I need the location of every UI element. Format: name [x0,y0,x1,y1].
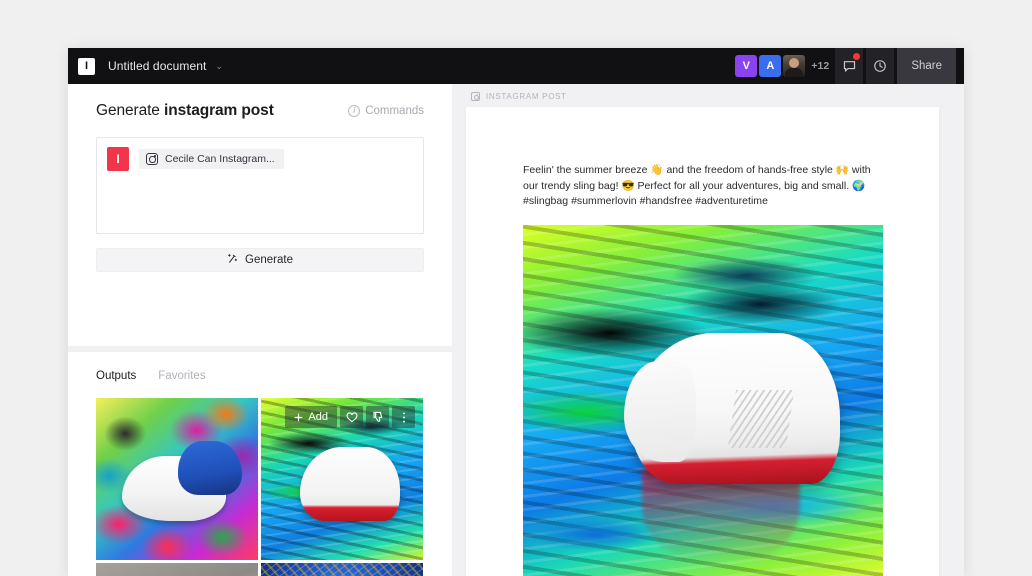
add-to-document-button[interactable]: Add [285,406,337,428]
magic-wand-icon [226,252,239,267]
thumbnail-hover-toolbar: Add [285,406,415,428]
collaborator-avatar-a[interactable]: A [759,55,782,77]
share-button[interactable]: Share [897,48,956,84]
prompt-source-badge: I [107,147,129,171]
chevron-down-icon[interactable]: ⌄ [215,61,223,71]
thumbnail-1-sneaker [121,440,242,522]
thumbs-down-icon [372,411,382,422]
document-section-label-text: INSTAGRAM POST [486,92,567,101]
output-thumbnail-4[interactable] [261,563,423,576]
page-title: Generate instagram post [96,102,274,120]
collaborator-overflow-count[interactable]: +12 [807,55,833,77]
plus-icon [295,413,303,421]
collaborator-avatar-photo[interactable] [783,55,806,77]
output-thumbnail-3[interactable] [96,563,258,576]
dislike-button[interactable] [366,406,389,428]
title-bar: I Untitled document ⌄ V A +12 Share [68,48,964,84]
favorite-button[interactable] [340,406,363,428]
commands-button[interactable]: i Commands [348,105,424,117]
instagram-icon [471,92,480,101]
info-icon: i [348,105,361,117]
instagram-icon [146,153,158,165]
titlebar-actions: V A +12 Share [735,48,956,84]
tab-outputs[interactable]: Outputs [96,370,136,384]
heart-icon [346,411,357,422]
generator-card: Generate instagram post i Commands I Cec… [68,84,452,346]
document-section-label: INSTAGRAM POST [466,92,964,101]
prompt-chip[interactable]: Cecile Can Instagram... [139,149,284,169]
output-thumbnail-1[interactable] [96,398,258,560]
app-logo-icon: I [78,57,95,75]
app-window: I Untitled document ⌄ V A +12 Share Gene… [68,48,964,576]
collaborator-avatar-v[interactable]: V [735,55,758,77]
outputs-grid: Add [96,398,424,576]
post-image-sneaker-stripes [727,390,794,448]
generator-header: Generate instagram post i Commands [96,102,424,120]
prompt-chip-label: Cecile Can Instagram... [165,153,275,165]
outputs-panel: Outputs Favorites Add [68,352,452,576]
tab-favorites[interactable]: Favorites [158,370,205,384]
thumbnail-2-sneaker [299,446,401,522]
outputs-tabs: Outputs Favorites [96,370,424,384]
more-options-button[interactable] [392,406,415,428]
generator-title-prefix: Generate [96,102,165,119]
generator-title-bold: instagram post [164,102,274,119]
document-panel: INSTAGRAM POST Feelin' the summer breeze… [453,84,964,576]
more-vertical-icon [402,411,405,423]
prompt-input[interactable]: I Cecile Can Instagram... [96,137,424,234]
generate-label: Generate [245,254,293,266]
history-button[interactable] [866,48,895,84]
document-page[interactable]: Feelin' the summer breeze 👋 and the free… [466,107,939,576]
post-image[interactable] [523,224,883,576]
app-body: Generate instagram post i Commands I Cec… [68,84,964,576]
comments-button[interactable] [835,48,864,84]
output-thumbnail-2[interactable]: Add [261,398,423,560]
left-panel: Generate instagram post i Commands I Cec… [68,84,453,576]
document-title[interactable]: Untitled document [108,59,206,73]
add-label: Add [308,411,328,423]
comments-notification-badge [853,53,861,60]
post-caption-text[interactable]: Feelin' the summer breeze 👋 and the free… [523,163,884,210]
commands-label: Commands [365,105,424,117]
generate-button[interactable]: Generate [96,248,424,272]
post-image-sneaker-heel [623,361,696,463]
